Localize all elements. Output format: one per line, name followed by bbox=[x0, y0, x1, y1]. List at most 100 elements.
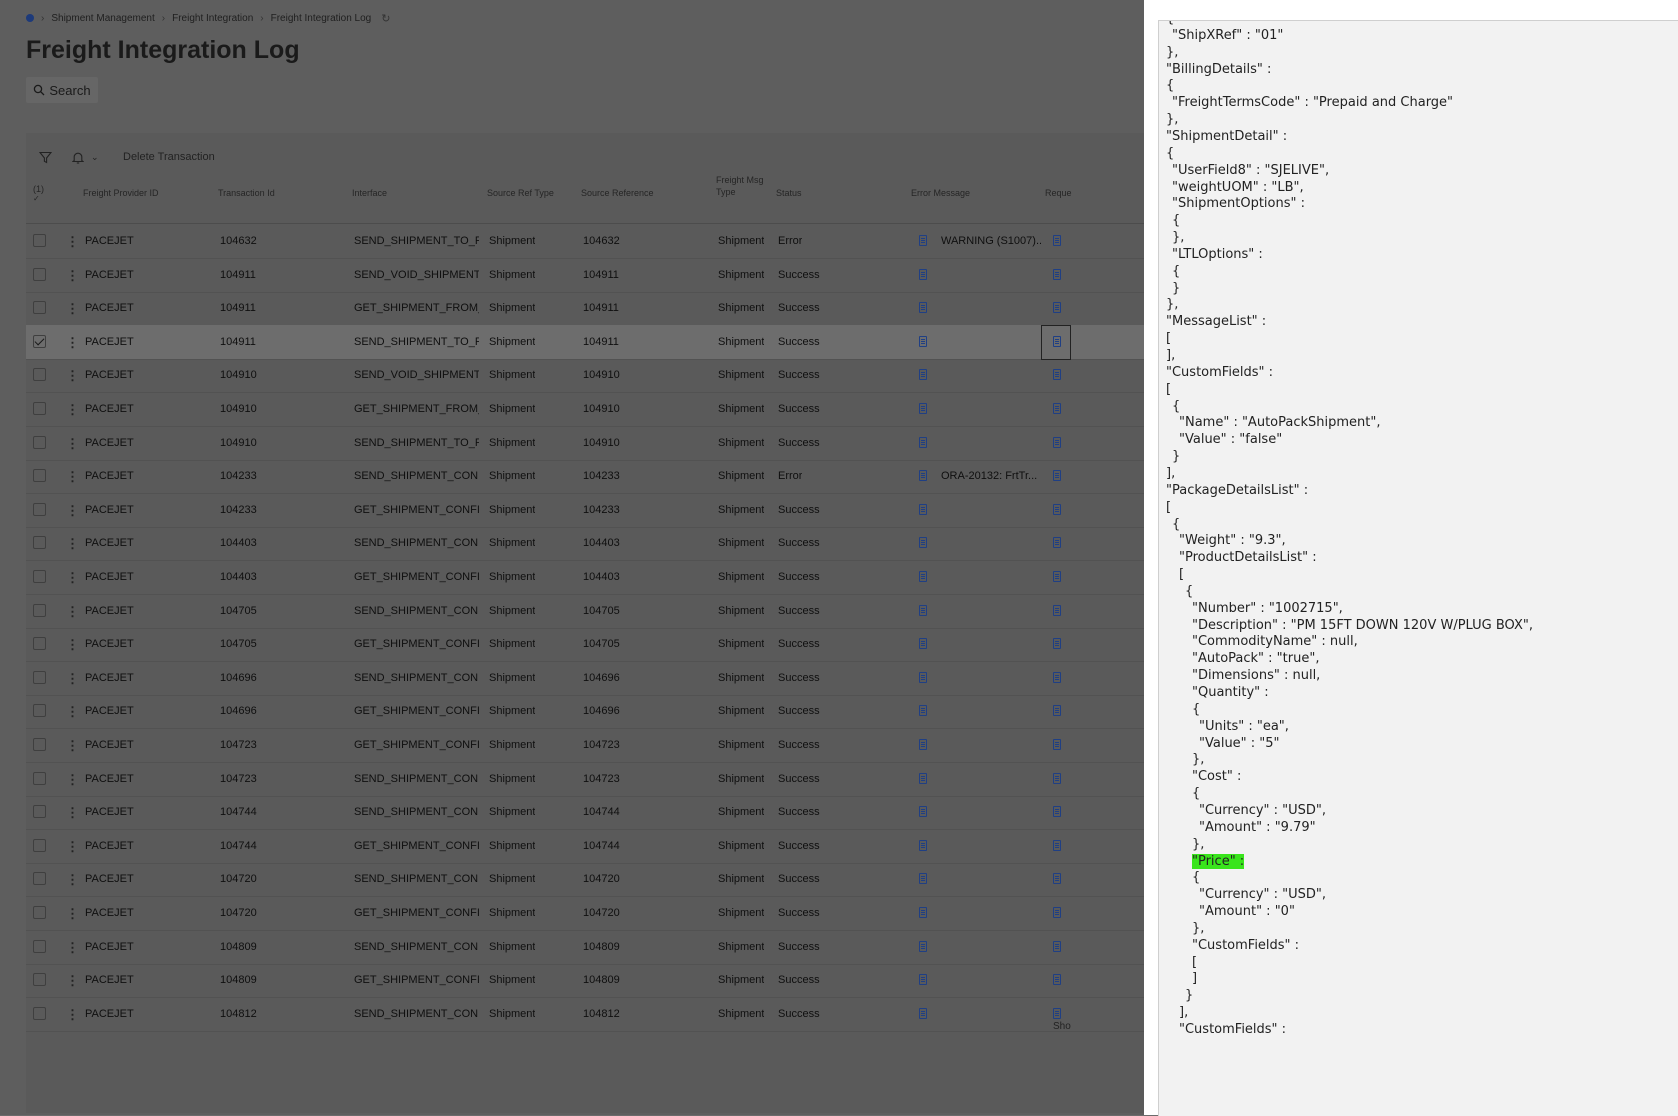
error-details-icon[interactable] bbox=[919, 638, 927, 650]
row-menu-icon[interactable]: ⋮ bbox=[66, 526, 79, 561]
table-row[interactable]: ⋮ PACEJET 104723 SEND_SHIPMENT_CONF... Shipm… bbox=[26, 762, 1144, 797]
request-details-icon[interactable] bbox=[1053, 873, 1061, 885]
table-row[interactable]: ⋮ PACEJET 104696 GET_SHIPMENT_CONFI... Shipm… bbox=[26, 694, 1144, 730]
table-row[interactable]: ⋮ PACEJET 104911 SEND_VOID_SHIPMENT Shipment… bbox=[26, 258, 1144, 293]
row-checkbox[interactable] bbox=[33, 872, 46, 886]
column-header-source-ref-type[interactable]: Source Ref Type bbox=[487, 187, 554, 199]
error-details-icon[interactable] bbox=[919, 335, 927, 347]
row-menu-icon[interactable]: ⋮ bbox=[66, 493, 79, 528]
error-details-icon[interactable] bbox=[919, 940, 927, 952]
request-details-icon[interactable] bbox=[1053, 705, 1061, 717]
request-details-icon[interactable] bbox=[1053, 974, 1061, 986]
row-menu-icon[interactable]: ⋮ bbox=[66, 795, 79, 830]
row-menu-icon[interactable]: ⋮ bbox=[66, 358, 79, 393]
error-details-icon[interactable] bbox=[919, 403, 927, 414]
request-details-icon[interactable] bbox=[1053, 1007, 1061, 1019]
row-menu-icon[interactable]: ⋮ bbox=[66, 426, 79, 461]
row-checkbox[interactable] bbox=[33, 469, 46, 483]
table-row[interactable]: ⋮ PACEJET 104744 SEND_SHIPMENT_CONF... Shipm… bbox=[26, 795, 1144, 831]
error-details-icon[interactable] bbox=[919, 1007, 927, 1019]
error-details-icon[interactable] bbox=[919, 974, 927, 986]
error-details-icon[interactable] bbox=[919, 873, 927, 885]
table-row[interactable]: ⋮ PACEJET 104705 SEND_SHIPMENT_CONF... Shipm… bbox=[26, 594, 1144, 629]
error-details-icon[interactable] bbox=[919, 268, 927, 280]
error-details-icon[interactable] bbox=[919, 772, 927, 784]
table-row[interactable]: ⋮ PACEJET 104403 SEND_SHIPMENT_CONF... Shipm… bbox=[26, 526, 1144, 562]
row-menu-icon[interactable]: ⋮ bbox=[66, 694, 79, 729]
breadcrumb-freight-integration[interactable]: Freight Integration bbox=[172, 13, 253, 24]
request-details-icon[interactable] bbox=[1053, 369, 1061, 381]
table-row[interactable]: ⋮ PACEJET 104910 SEND_VOID_SHIPMENT Shipment… bbox=[26, 358, 1144, 394]
row-checkbox[interactable] bbox=[33, 301, 46, 315]
row-menu-icon[interactable]: ⋮ bbox=[66, 930, 79, 965]
table-row[interactable]: ⋮ PACEJET 104720 GET_SHIPMENT_CONFI... Shipm… bbox=[26, 896, 1144, 931]
table-row[interactable]: ⋮ PACEJET 104744 GET_SHIPMENT_CONFI... Shipm… bbox=[26, 829, 1144, 864]
row-checkbox[interactable] bbox=[33, 368, 46, 382]
request-details-icon[interactable] bbox=[1053, 268, 1061, 280]
row-menu-icon[interactable]: ⋮ bbox=[66, 392, 79, 427]
breadcrumb-shipment-management[interactable]: Shipment Management bbox=[51, 13, 154, 24]
filter-icon[interactable] bbox=[39, 147, 52, 167]
request-details-icon[interactable] bbox=[1053, 571, 1061, 582]
column-header-transaction-id[interactable]: Transaction Id bbox=[218, 187, 275, 199]
column-header-request[interactable]: Reque bbox=[1045, 187, 1072, 199]
request-details-icon[interactable] bbox=[1053, 470, 1061, 482]
row-checkbox[interactable] bbox=[33, 704, 46, 718]
notification-bell-icon[interactable]: ⌄ bbox=[72, 147, 99, 167]
breadcrumb-freight-integration-log[interactable]: Freight Integration Log bbox=[271, 13, 372, 24]
error-details-icon[interactable] bbox=[919, 302, 927, 314]
error-details-icon[interactable] bbox=[919, 604, 927, 616]
request-details-icon[interactable] bbox=[1053, 604, 1061, 616]
row-checkbox[interactable] bbox=[33, 838, 46, 852]
error-details-icon[interactable] bbox=[919, 503, 927, 515]
error-details-icon[interactable] bbox=[919, 436, 927, 448]
error-details-icon[interactable] bbox=[919, 839, 927, 851]
table-row[interactable]: ⋮ PACEJET 104403 GET_SHIPMENT_CONFI... Shipm… bbox=[26, 560, 1144, 595]
request-details-icon[interactable] bbox=[1053, 403, 1061, 414]
request-details-icon[interactable] bbox=[1053, 806, 1061, 818]
error-details-icon[interactable] bbox=[919, 537, 927, 549]
error-details-icon[interactable] bbox=[919, 369, 927, 381]
table-row[interactable]: ⋮ PACEJET 104910 SEND_SHIPMENT_TO_P... Shipm… bbox=[26, 426, 1144, 461]
row-menu-icon[interactable]: ⋮ bbox=[66, 560, 79, 595]
request-details-icon[interactable] bbox=[1053, 638, 1061, 650]
row-checkbox[interactable] bbox=[33, 267, 46, 281]
row-menu-icon[interactable]: ⋮ bbox=[66, 258, 79, 293]
error-details-icon[interactable] bbox=[919, 739, 927, 750]
request-details-icon[interactable] bbox=[1053, 907, 1061, 918]
row-menu-icon[interactable]: ⋮ bbox=[66, 594, 79, 629]
column-header-freight-msg-type[interactable]: Freight Msg Type bbox=[716, 174, 766, 198]
error-details-icon[interactable] bbox=[919, 235, 927, 246]
row-menu-icon[interactable]: ⋮ bbox=[66, 627, 79, 662]
column-header-provider[interactable]: Freight Provider ID bbox=[83, 187, 159, 199]
request-details-icon[interactable] bbox=[1053, 772, 1061, 784]
request-details-icon[interactable] bbox=[1053, 671, 1061, 683]
row-checkbox[interactable] bbox=[33, 570, 46, 583]
table-row[interactable]: ⋮ PACEJET 104233 SEND_SHIPMENT_CONF... Shipm… bbox=[26, 459, 1144, 495]
row-menu-icon[interactable]: ⋮ bbox=[66, 661, 79, 696]
request-cell-focus[interactable] bbox=[1041, 324, 1071, 360]
delete-transaction-button[interactable]: Delete Transaction bbox=[123, 147, 215, 167]
column-header-error-message[interactable]: Error Message bbox=[911, 187, 970, 199]
table-row[interactable]: ⋮ PACEJET 104705 GET_SHIPMENT_CONFI... Shipm… bbox=[26, 627, 1144, 663]
row-checkbox[interactable] bbox=[33, 670, 46, 684]
table-row[interactable]: ⋮ PACEJET 104720 SEND_SHIPMENT_CONF... Shipm… bbox=[26, 862, 1144, 898]
table-row[interactable]: ⋮ PACEJET 104632 SEND_SHIPMENT_TO_P... Shipm… bbox=[26, 224, 1144, 259]
table-row[interactable]: ⋮ PACEJET 104233 GET_SHIPMENT_CONFI... Shipm… bbox=[26, 493, 1144, 528]
row-menu-icon[interactable]: ⋮ bbox=[66, 728, 79, 763]
row-menu-icon[interactable]: ⋮ bbox=[66, 862, 79, 897]
row-checkbox[interactable] bbox=[33, 502, 46, 516]
request-details-icon[interactable] bbox=[1053, 839, 1061, 851]
request-details-icon[interactable] bbox=[1053, 537, 1061, 549]
table-row[interactable]: ⋮ PACEJET 104911 GET_SHIPMENT_FROM_... Shipm… bbox=[26, 291, 1144, 327]
table-row[interactable]: ⋮ PACEJET 104809 SEND_SHIPMENT_CONF... Shipm… bbox=[26, 930, 1144, 965]
row-checkbox[interactable] bbox=[33, 234, 46, 247]
request-details-icon[interactable] bbox=[1053, 436, 1061, 448]
request-details-icon[interactable] bbox=[1053, 302, 1061, 314]
row-checkbox[interactable] bbox=[33, 771, 46, 785]
row-menu-icon[interactable]: ⋮ bbox=[66, 896, 79, 931]
row-checkbox[interactable] bbox=[33, 536, 46, 550]
row-checkbox[interactable] bbox=[33, 805, 46, 819]
row-menu-icon[interactable]: ⋮ bbox=[66, 829, 79, 864]
error-details-icon[interactable] bbox=[919, 907, 927, 918]
